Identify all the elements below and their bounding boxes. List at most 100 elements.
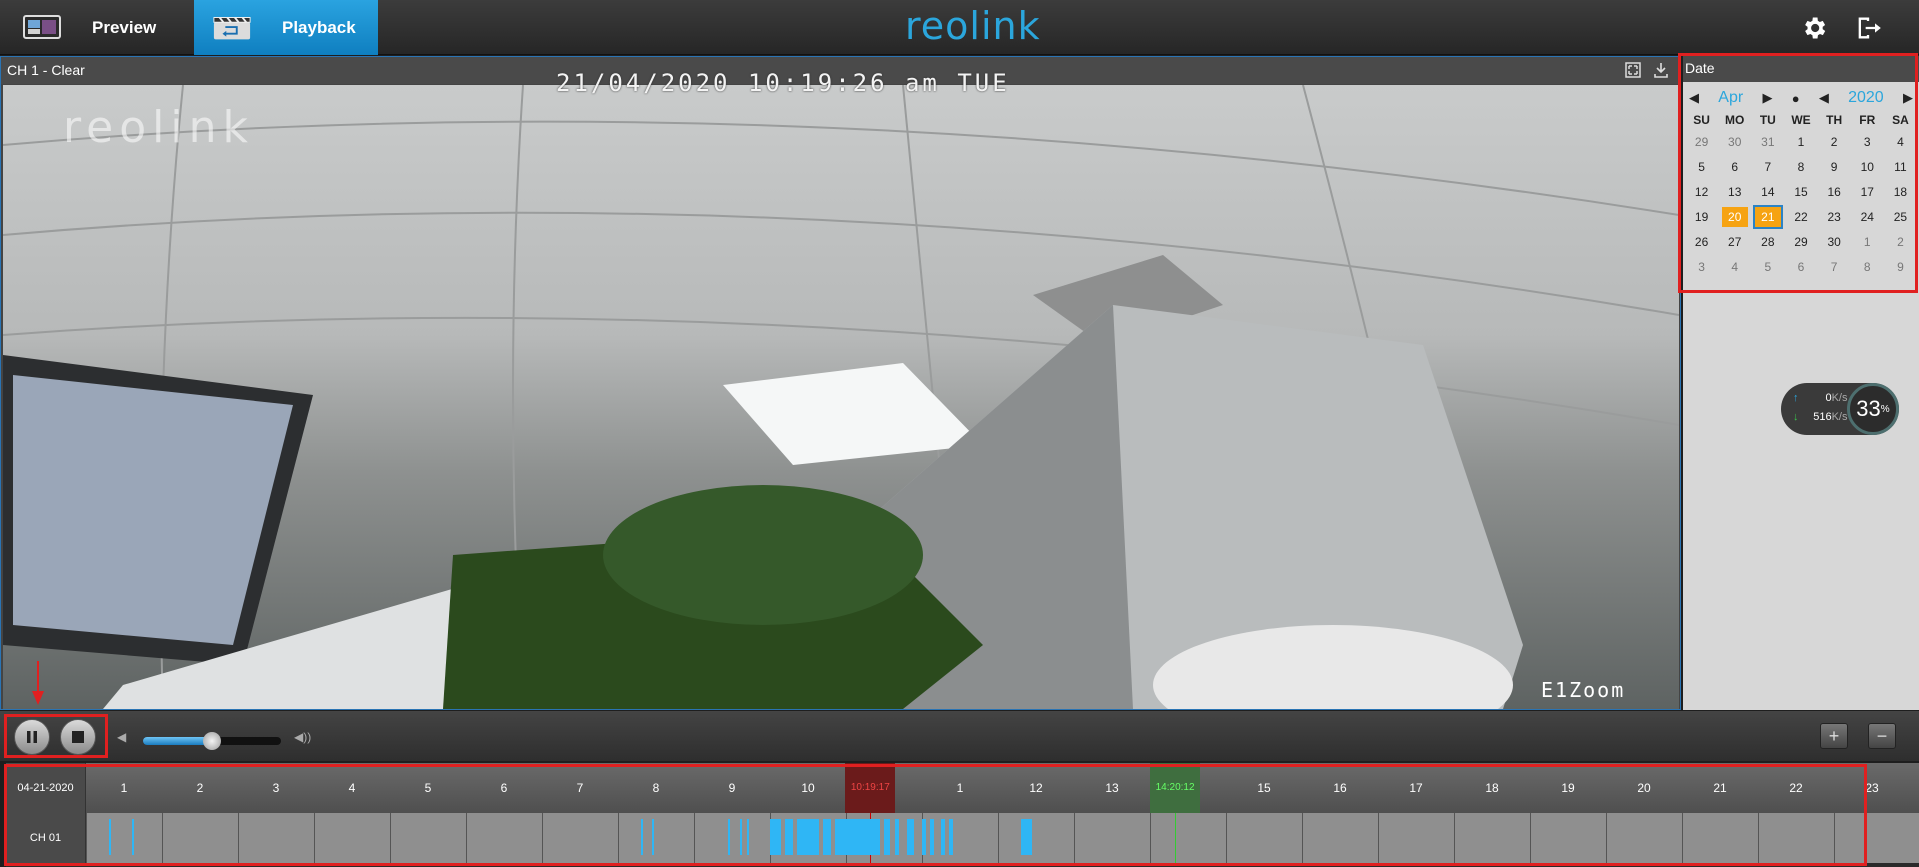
upload-unit: K/s bbox=[1831, 392, 1848, 404]
timeline-hour-cell[interactable] bbox=[1302, 813, 1378, 863]
timeline-hour-ruler[interactable]: 04-21-2020 1 2 3 4 5 6 7 8 9 10 1 12 13 15 16 17 18 19 20 2… bbox=[6, 763, 1919, 813]
download-arrow-icon: ↓ bbox=[1793, 411, 1799, 423]
recording-segment[interactable] bbox=[1020, 819, 1033, 855]
date-highlight-frame bbox=[1678, 53, 1918, 293]
timeline-hour-cell[interactable] bbox=[314, 813, 390, 863]
zoom-in-button[interactable]: + bbox=[1820, 723, 1848, 749]
recording-segment[interactable] bbox=[796, 819, 820, 855]
network-status-widget[interactable]: ↑ 0K/s ↓ 516K/s 33% bbox=[1781, 383, 1899, 435]
recording-segment[interactable] bbox=[929, 819, 935, 855]
recording-segment[interactable] bbox=[739, 819, 742, 855]
camera-feed[interactable] bbox=[3, 85, 1679, 709]
recording-segment[interactable] bbox=[747, 819, 750, 855]
preview-monitor-icon bbox=[22, 14, 62, 42]
timeline-hour-label: 6 bbox=[500, 781, 508, 795]
timeline-hour-label: 3 bbox=[272, 781, 280, 795]
timeline-hour-label: 4 bbox=[348, 781, 356, 795]
recording-segment[interactable] bbox=[941, 819, 945, 855]
pause-icon bbox=[27, 731, 37, 743]
timeline-hour-cell[interactable] bbox=[1530, 813, 1606, 863]
timeline-hour-label: 16 bbox=[1333, 781, 1347, 795]
recording-segment[interactable] bbox=[906, 819, 915, 855]
timeline-hour-label: 9 bbox=[728, 781, 736, 795]
recording-segment[interactable] bbox=[922, 819, 926, 855]
video-panel: CH 1 - Clear 21/04/2020 10:19:26 am TUE … bbox=[0, 56, 1681, 710]
recording-segment[interactable] bbox=[131, 819, 134, 855]
recording-segment[interactable] bbox=[823, 819, 831, 855]
recording-segment[interactable] bbox=[834, 819, 881, 855]
timeline[interactable]: 04-21-2020 1 2 3 4 5 6 7 8 9 10 1 12 13 15 16 17 18 19 20 2… bbox=[4, 763, 1919, 867]
volume-slider[interactable] bbox=[143, 732, 281, 750]
timeline-hour-label: 20 bbox=[1637, 781, 1651, 795]
download-icon[interactable] bbox=[1653, 62, 1671, 80]
timeline-hour-cell[interactable] bbox=[1074, 813, 1150, 863]
timeline-hour-cell[interactable] bbox=[1758, 813, 1834, 863]
logout-icon[interactable] bbox=[1854, 14, 1882, 42]
timeline-date: 04-21-2020 bbox=[6, 763, 86, 813]
brand-logo: reolink bbox=[905, 4, 1041, 48]
download-unit: K/s bbox=[1831, 411, 1848, 423]
volume-slider-knob[interactable] bbox=[203, 732, 221, 750]
playback-controls: ◀ ◀)) + − bbox=[0, 661, 1919, 761]
recording-segment[interactable] bbox=[770, 819, 782, 855]
timeline-hour-cell[interactable] bbox=[1834, 813, 1910, 863]
timeline-hour-label: 12 bbox=[1029, 781, 1043, 795]
timeline-hour-cell[interactable] bbox=[466, 813, 542, 863]
stop-button[interactable] bbox=[60, 719, 96, 755]
fullscreen-icon[interactable] bbox=[1625, 62, 1643, 80]
channel-title: CH 1 - Clear bbox=[7, 62, 85, 78]
zoom-out-button[interactable]: − bbox=[1868, 723, 1896, 749]
stop-icon bbox=[72, 731, 84, 743]
timeline-hour-cell[interactable] bbox=[390, 813, 466, 863]
timeline-hour-label: 1 bbox=[956, 781, 964, 795]
top-bar: Preview Playback reolink bbox=[0, 0, 1919, 55]
timeline-hour-cell[interactable] bbox=[618, 813, 694, 863]
osd-timestamp: 21/04/2020 10:19:26 am TUE bbox=[556, 69, 1010, 97]
timeline-channel-row[interactable]: CH 01 bbox=[6, 813, 1919, 863]
recording-segment[interactable] bbox=[884, 819, 891, 855]
timeline-hour-cell[interactable] bbox=[1226, 813, 1302, 863]
timeline-hour-label: 21 bbox=[1713, 781, 1727, 795]
recording-segment[interactable] bbox=[785, 819, 793, 855]
timeline-hour-label: 13 bbox=[1105, 781, 1119, 795]
volume-high-icon[interactable]: ◀)) bbox=[294, 730, 311, 744]
timeline-hour-cell[interactable] bbox=[1454, 813, 1530, 863]
timeline-hour-cell[interactable] bbox=[694, 813, 770, 863]
tab-playback[interactable]: Playback bbox=[194, 0, 378, 55]
timeline-hour-cell[interactable] bbox=[1150, 813, 1226, 863]
timeline-hour-cell[interactable] bbox=[238, 813, 314, 863]
video-watermark: reolink bbox=[63, 102, 254, 153]
timeline-hour-cell[interactable] bbox=[1378, 813, 1454, 863]
tab-preview[interactable]: Preview bbox=[0, 0, 190, 55]
red-arrow-annotation bbox=[30, 661, 44, 707]
recording-segment[interactable] bbox=[640, 819, 644, 855]
timeline-hour-cell[interactable] bbox=[1682, 813, 1758, 863]
timeline-current-time[interactable]: 10:19:17 bbox=[845, 763, 896, 813]
timeline-hour-label: 15 bbox=[1257, 781, 1271, 795]
upload-arrow-icon: ↑ bbox=[1793, 392, 1799, 404]
recording-segment[interactable] bbox=[948, 819, 954, 855]
timeline-hour-label: 19 bbox=[1561, 781, 1575, 795]
timeline-hour-cell[interactable] bbox=[162, 813, 238, 863]
timeline-channel-label: CH 01 bbox=[6, 813, 86, 863]
timeline-hour-cell[interactable] bbox=[1606, 813, 1682, 863]
timeline-hour-cell[interactable] bbox=[998, 813, 1074, 863]
timeline-hour-label: 18 bbox=[1485, 781, 1499, 795]
recording-segment[interactable] bbox=[652, 819, 655, 855]
pause-button[interactable] bbox=[14, 719, 50, 755]
camera-model-label: E1Zoom bbox=[1541, 678, 1626, 702]
timeline-hour-label: 22 bbox=[1789, 781, 1803, 795]
recording-segment[interactable] bbox=[108, 819, 111, 855]
recording-segment[interactable] bbox=[728, 819, 731, 855]
timeline-hour-cell[interactable] bbox=[86, 813, 162, 863]
timeline-hour-label: 23 bbox=[1865, 781, 1879, 795]
usage-percent-unit: % bbox=[1880, 403, 1890, 415]
timeline-hour-cell[interactable] bbox=[542, 813, 618, 863]
camera-scene-image bbox=[3, 85, 1679, 709]
timeline-hour-label: 10 bbox=[801, 781, 815, 795]
timeline-hour-label: 7 bbox=[576, 781, 584, 795]
timeline-marker-time[interactable]: 14:20:12 bbox=[1150, 763, 1201, 813]
recording-segment[interactable] bbox=[895, 819, 900, 855]
gear-icon[interactable] bbox=[1800, 14, 1828, 42]
volume-low-icon[interactable]: ◀ bbox=[117, 730, 126, 744]
